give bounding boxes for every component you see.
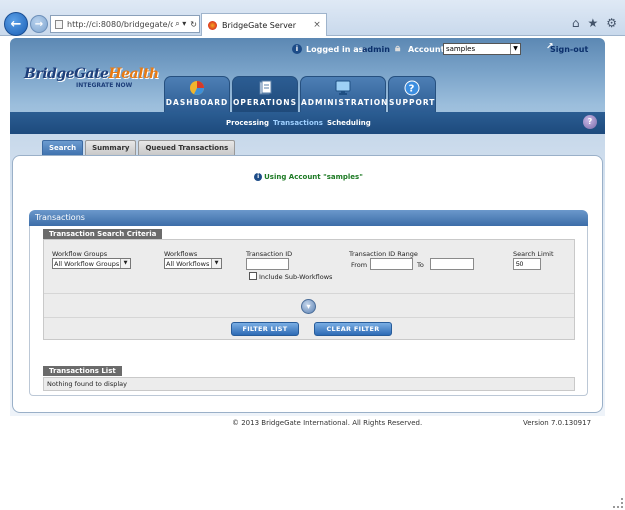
star-icon[interactable]: ★	[587, 16, 598, 30]
version-text: Version 7.0.130917	[523, 419, 592, 427]
logged-in-label: Logged in as:	[306, 45, 367, 54]
chevron-down-icon: ▼	[510, 44, 520, 54]
close-icon[interactable]: ×	[312, 20, 322, 30]
info-icon: i	[254, 173, 263, 181]
account-select-value: samples	[446, 45, 476, 53]
subnav-scheduling[interactable]: Scheduling	[327, 119, 371, 127]
logo-bridgegate: BridgeGate	[24, 66, 109, 82]
back-button[interactable]: ←	[4, 12, 28, 36]
workflow-groups-select[interactable]: All Workflow Groups ▼	[52, 258, 131, 269]
clear-filter-button[interactable]: CLEAR FILTER	[314, 322, 392, 336]
logo-tagline: INTEGRATE NOW	[76, 82, 133, 89]
lock-icon: 🔒︎	[395, 43, 401, 54]
page-icon	[55, 19, 63, 29]
tab-operations[interactable]: OPERATIONS	[232, 76, 298, 112]
criteria-header: Transaction Search Criteria	[43, 229, 163, 239]
range-from-input[interactable]	[370, 258, 413, 270]
monitor-icon	[335, 80, 351, 95]
footer: © 2013 BridgeGate International. All Rig…	[0, 419, 625, 431]
tab-support-label: SUPPORT	[389, 98, 436, 107]
address-text[interactable]: http://ci:8080/bridgegate/ops/t	[67, 20, 173, 29]
browser-toolbar-icons: ⌂ ★ ⚙	[572, 16, 617, 30]
pie-chart-icon	[190, 81, 204, 95]
search-dropdown-icon[interactable]: ⌕ ▾	[175, 19, 186, 29]
address-bar[interactable]: http://ci:8080/bridgegate/ops/t ⌕ ▾ ↻	[50, 15, 200, 33]
main-panel: i Using Account "samples" Transactions Tr…	[12, 155, 603, 413]
transactions-title: Transactions	[29, 210, 588, 226]
range-label: Transaction ID Range	[349, 250, 418, 258]
tab-administration-label: ADMINISTRATION	[301, 98, 389, 107]
browser-tab[interactable]: BridgeGate Server ×	[201, 13, 327, 36]
help-icon[interactable]: ?	[583, 115, 597, 129]
sub-nav: Processing Transactions Scheduling ?	[10, 112, 605, 134]
empty-message: Nothing found to display	[47, 380, 127, 388]
transaction-id-input[interactable]	[246, 258, 289, 270]
include-sub-workflows-label: Include Sub-Workflows	[259, 273, 333, 281]
workflows-select[interactable]: All Workflows ▼	[164, 258, 222, 269]
chevron-down-icon: ▼	[120, 259, 130, 268]
browser-chrome: ← → http://ci:8080/bridgegate/ops/t ⌕ ▾ …	[0, 0, 625, 36]
favicon-icon	[208, 20, 217, 30]
tab-summary[interactable]: Summary	[85, 140, 137, 155]
copyright-text: © 2013 BridgeGate International. All Rig…	[232, 419, 423, 427]
subnav-transactions[interactable]: Transactions	[273, 119, 323, 127]
range-to-input[interactable]	[430, 258, 474, 270]
workflow-groups-label: Workflow Groups	[52, 250, 108, 258]
account-message-text: Using Account "samples"	[264, 173, 363, 181]
logo-text: BridgeGateHealth	[24, 66, 159, 82]
sign-out-link[interactable]: Sign-out	[550, 45, 588, 54]
search-criteria: Workflow Groups All Workflow Groups ▼ Wo…	[43, 239, 575, 340]
search-limit-input[interactable]	[513, 258, 541, 270]
transaction-id-label: Transaction ID	[246, 250, 293, 258]
tab-operations-label: OPERATIONS	[233, 98, 297, 107]
to-label: To	[417, 261, 424, 269]
forward-arrow-icon: →	[34, 18, 44, 30]
back-arrow-icon: ←	[10, 16, 22, 32]
logo-health: Health	[108, 66, 159, 82]
tab-search[interactable]: Search	[42, 140, 84, 155]
filter-list-button[interactable]: FILTER LIST	[231, 322, 299, 336]
workflows-value: All Workflows	[166, 259, 210, 268]
account-message: i Using Account "samples"	[13, 173, 604, 181]
tab-administration[interactable]: ADMINISTRATION	[300, 76, 389, 112]
home-icon[interactable]: ⌂	[572, 16, 580, 30]
documents-icon	[259, 80, 272, 95]
account-select[interactable]: samples ▼	[443, 43, 521, 55]
tab-title: BridgeGate Server	[222, 20, 297, 30]
gear-icon[interactable]: ⚙	[606, 16, 617, 30]
tab-dashboard[interactable]: DASHBOARD	[164, 76, 230, 112]
question-icon: ?	[404, 80, 420, 96]
workflows-label: Workflows	[164, 250, 198, 258]
account-label: Account:	[408, 45, 448, 54]
transactions-body: Transaction Search Criteria Workflow Gro…	[29, 226, 588, 396]
info-icon: i	[292, 44, 302, 54]
criteria-fields: Workflow Groups All Workflow Groups ▼ Wo…	[44, 240, 574, 292]
list-header: Transactions List	[43, 366, 122, 376]
transactions-list: Nothing found to display	[43, 377, 575, 391]
logged-in-user: admin	[362, 45, 390, 54]
chevron-down-icon: ▼	[211, 259, 221, 268]
include-sub-workflows-checkbox[interactable]	[249, 272, 257, 280]
workflow-groups-value: All Workflow Groups	[54, 259, 120, 268]
content-area: Search Summary Queued Transactions i Usin…	[10, 134, 605, 416]
expand-advanced-icon[interactable]: ▾	[301, 299, 316, 314]
subnav-processing[interactable]: Processing	[226, 119, 269, 127]
user-bar: i Logged in as: admin 🔒︎ Account: sample…	[10, 42, 605, 59]
svg-text:?: ?	[409, 84, 416, 95]
tab-support[interactable]: ? SUPPORT	[388, 76, 436, 112]
advanced-row: ▾	[44, 293, 574, 317]
resize-grip[interactable]	[613, 498, 623, 508]
criteria-buttons: FILTER LIST CLEAR FILTER	[44, 317, 574, 339]
forward-button[interactable]: →	[30, 15, 48, 33]
search-limit-label: Search Limit	[513, 250, 554, 258]
refresh-icon[interactable]: ↻	[190, 20, 197, 29]
tab-queued-transactions[interactable]: Queued Transactions	[138, 140, 236, 155]
bridgegate-logo: BridgeGateHealth INTEGRATE NOW	[24, 66, 159, 92]
from-label: From	[351, 261, 368, 269]
content-tabs: Search Summary Queued Transactions	[42, 140, 236, 155]
tab-dashboard-label: DASHBOARD	[165, 98, 229, 107]
